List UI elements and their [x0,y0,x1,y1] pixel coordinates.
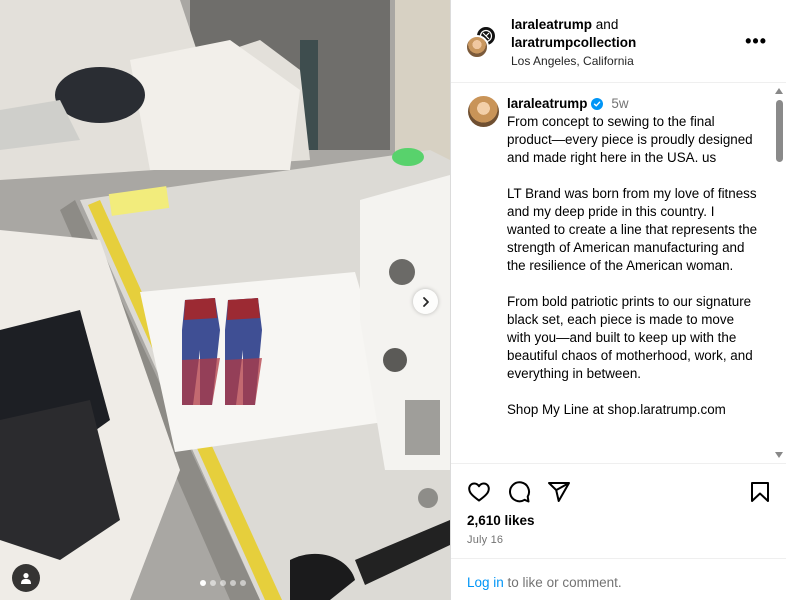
verified-badge-icon [591,98,604,110]
user-tag-button[interactable] [12,564,40,592]
chevron-right-icon [422,296,429,307]
carousel-dot [240,580,246,586]
post-actions [467,480,772,504]
bookmark-icon [751,482,769,502]
post-photo [0,0,450,600]
caption-scrollbar[interactable] [773,84,785,463]
carousel-dot [210,580,216,586]
avatar [465,35,489,59]
carousel-indicator [200,580,246,586]
caption-username[interactable]: laraleatrump [507,95,587,113]
login-link[interactable]: Log in [467,575,504,590]
like-count[interactable]: 2,610 likes [467,513,535,528]
post-header: laraleatrump and laratrumpcollection Los… [451,0,787,83]
share-icon [548,482,570,502]
post-media[interactable] [0,0,450,600]
carousel-dot [220,580,226,586]
post-location[interactable]: Los Angeles, California [511,52,741,70]
scrollbar-thumb[interactable] [776,100,783,162]
more-options-button[interactable]: ••• [745,32,767,50]
post-dialog: laraleatrump and laratrumpcollection Los… [0,0,787,600]
login-prompt-text: Log in to like or comment. [467,575,622,590]
comment-button[interactable] [507,480,531,504]
post-side-panel: laraleatrump and laratrumpcollection Los… [450,0,787,600]
caption-paragraph: LT Brand was born from my love of fitnes… [507,186,758,273]
post-author: laraleatrump and laratrumpcollection Los… [511,16,741,70]
save-button[interactable] [748,480,772,504]
carousel-dot [200,580,206,586]
share-button[interactable] [547,480,571,504]
like-button[interactable] [467,480,491,504]
heart-icon [468,482,490,502]
caption: laraleatrump 5w From concept to sewing t… [507,95,759,419]
caption-scroll-area[interactable]: laraleatrump 5w From concept to sewing t… [451,84,787,464]
caption-header: laraleatrump 5w [507,95,759,113]
avatar[interactable] [468,96,499,127]
scroll-down-arrow-icon[interactable] [775,452,783,458]
login-prompt: Log in to like or comment. [451,558,787,600]
login-suffix: to like or comment. [503,575,622,590]
collaborator-username[interactable]: laratrumpcollection [511,34,741,52]
caption-paragraph: Shop My Line at shop.laratrump.com [507,402,726,417]
post-date[interactable]: July 16 [467,534,503,546]
author-joiner: and [592,17,619,32]
author-username[interactable]: laraleatrump [511,17,592,32]
caption-timestamp[interactable]: 5w [611,95,628,113]
caption-paragraph: From concept to sewing to the final prod… [507,114,753,165]
collab-avatars[interactable] [465,25,497,59]
carousel-next-button[interactable] [413,289,438,314]
carousel-dot [230,580,236,586]
page-gutter [786,0,796,600]
scroll-up-arrow-icon[interactable] [775,88,783,94]
user-tag-icon [21,573,31,584]
comment-icon [509,481,531,503]
caption-paragraph: From bold patriotic prints to our signat… [507,294,753,381]
